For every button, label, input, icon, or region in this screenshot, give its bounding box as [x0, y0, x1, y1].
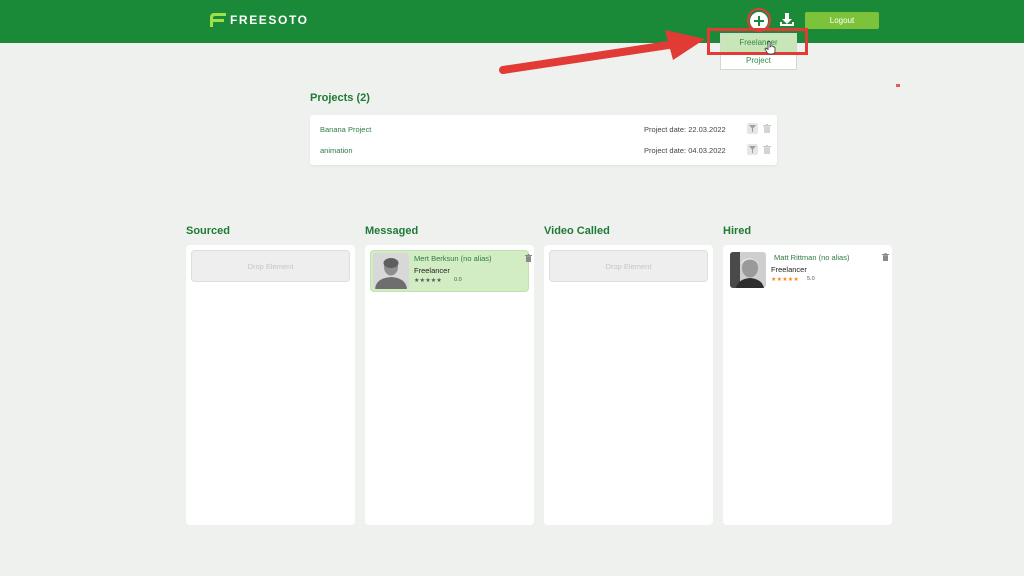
projects-list: Banana Project Project date: 22.03.2022 …: [310, 115, 777, 165]
column-title-hired: Hired: [723, 225, 752, 237]
star-icon: ★: [793, 277, 799, 283]
annotation-arrow: [499, 30, 705, 74]
star-icon: ★: [436, 278, 442, 284]
project-name-link[interactable]: Banana Project: [320, 125, 371, 134]
delete-icon[interactable]: [763, 124, 771, 133]
avatar: [730, 252, 766, 288]
download-icon[interactable]: [779, 12, 795, 28]
project-name-link[interactable]: animation: [320, 146, 353, 155]
star-rating: ★★★★★: [771, 276, 799, 283]
freelancer-name-link[interactable]: Matt Rittman (no alias): [774, 253, 849, 262]
annotation-highlight-box: [707, 28, 808, 55]
star-rating: ★★★★★: [414, 277, 442, 284]
freelancer-card[interactable]: Matt Rittman (no alias) Freelancer ★★★★★…: [728, 250, 889, 292]
filter-icon: [749, 125, 756, 132]
project-date: Project date: 22.03.2022: [644, 125, 726, 134]
project-row: Banana Project Project date: 22.03.2022: [310, 119, 777, 140]
column-title-video-called: Video Called: [544, 225, 610, 237]
project-date: Project date: 04.03.2022: [644, 146, 726, 155]
freelancer-role: Freelancer: [414, 266, 450, 275]
logo[interactable]: FREESOTO: [209, 12, 309, 28]
drop-zone[interactable]: Drop Element: [191, 250, 350, 282]
logo-mark-icon: [210, 13, 226, 27]
column-messaged: Mert Berksun (no alias) Freelancer ★★★★★…: [365, 245, 534, 525]
avatar: [373, 253, 409, 289]
drop-zone[interactable]: Drop Element: [549, 250, 708, 282]
logout-button[interactable]: Logout: [805, 12, 879, 29]
freelancer-name-link[interactable]: Mert Berksun (no alias): [414, 254, 492, 263]
delete-icon[interactable]: [882, 253, 889, 261]
notification-mark: [896, 84, 900, 87]
logo-text: FREESOTO: [230, 13, 309, 27]
projects-title: Projects (2): [310, 92, 370, 104]
filter-button[interactable]: [747, 123, 758, 134]
freelancer-role: Freelancer: [771, 265, 807, 274]
column-video-called: Drop Element: [544, 245, 713, 525]
column-title-messaged: Messaged: [365, 225, 419, 237]
delete-icon[interactable]: [525, 254, 532, 262]
column-sourced: Drop Element: [186, 245, 355, 525]
filter-icon: [749, 146, 756, 153]
hand-cursor-icon: [764, 41, 776, 55]
delete-icon[interactable]: [763, 145, 771, 154]
freelancer-card[interactable]: Mert Berksun (no alias) Freelancer ★★★★★…: [370, 250, 532, 292]
project-row: animation Project date: 04.03.2022: [310, 140, 777, 161]
rating-value: 0.0: [454, 277, 462, 283]
rating-value: 5.0: [807, 276, 815, 282]
column-title-sourced: Sourced: [186, 225, 231, 237]
column-hired: Matt Rittman (no alias) Freelancer ★★★★★…: [723, 245, 892, 525]
filter-button[interactable]: [747, 144, 758, 155]
